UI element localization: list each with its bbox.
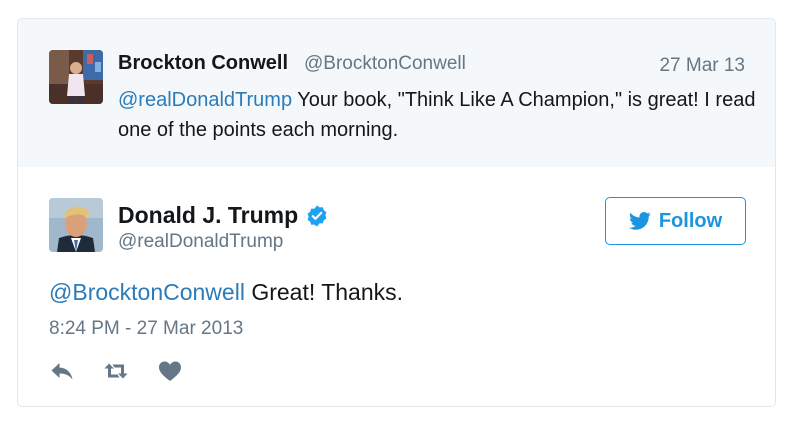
main-author-handle[interactable]: @realDonaldTrump — [118, 231, 283, 253]
verified-badge-icon — [305, 204, 329, 228]
parent-author-name[interactable]: Brockton Conwell — [118, 52, 288, 75]
main-avatar-image — [49, 198, 103, 252]
main-mention-link[interactable]: @BrocktonConwell — [49, 279, 245, 305]
embedded-tweet-card: Brockton Conwell @BrocktonConwell 27 Mar… — [17, 18, 776, 407]
reply-icon[interactable] — [49, 359, 75, 383]
tweet-actions — [49, 359, 183, 383]
parent-author-avatar[interactable] — [49, 50, 103, 104]
main-tweet-body: Great! Thanks. — [244, 279, 404, 305]
retweet-icon[interactable] — [103, 359, 129, 383]
twitter-bird-icon — [628, 212, 651, 230]
parent-avatar-image — [49, 50, 103, 104]
parent-author-handle[interactable]: @BrocktonConwell — [304, 53, 466, 75]
main-author-name-row[interactable]: Donald J. Trump — [118, 202, 329, 229]
main-author-name[interactable]: Donald J. Trump — [118, 202, 298, 229]
heart-icon[interactable] — [157, 359, 183, 383]
main-tweet-text: @BrocktonConwell Great! Thanks. — [49, 279, 403, 306]
parent-mention-link[interactable]: @realDonaldTrump — [118, 89, 292, 111]
parent-tweet-date[interactable]: 27 Mar 13 — [659, 55, 745, 77]
follow-button-label: Follow — [658, 209, 723, 232]
parent-tweet: Brockton Conwell @BrocktonConwell 27 Mar… — [18, 19, 775, 167]
tweet-timestamp[interactable]: 8:24 PM - 27 Mar 2013 — [49, 318, 243, 340]
main-author-avatar[interactable] — [49, 198, 103, 252]
follow-button[interactable]: Follow — [605, 197, 746, 245]
parent-tweet-text: @realDonaldTrump Your book, "Think Like … — [118, 85, 758, 145]
